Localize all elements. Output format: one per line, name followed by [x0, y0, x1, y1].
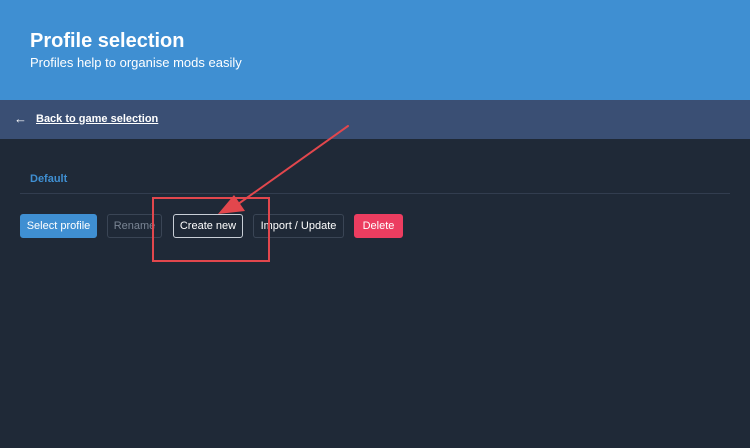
create-new-button[interactable]: Create new: [173, 214, 243, 238]
arrow-left-icon: ←: [14, 111, 27, 126]
delete-button[interactable]: Delete: [354, 214, 403, 238]
profile-item-default[interactable]: Default: [30, 173, 67, 185]
back-to-game-selection-link[interactable]: ← Back to game selection: [14, 112, 158, 125]
select-profile-button[interactable]: Select profile: [20, 214, 97, 238]
back-link-label: Back to game selection: [36, 112, 159, 125]
import-update-button[interactable]: Import / Update: [253, 214, 344, 238]
navigation-bar: ← Back to game selection: [0, 100, 750, 139]
profile-list-divider: [20, 193, 730, 194]
page-header: Profile selection Profiles help to organ…: [0, 0, 750, 100]
page-subtitle: Profiles help to organise mods easily: [30, 55, 242, 70]
rename-button[interactable]: Rename: [107, 214, 162, 238]
page-title: Profile selection: [30, 30, 185, 52]
